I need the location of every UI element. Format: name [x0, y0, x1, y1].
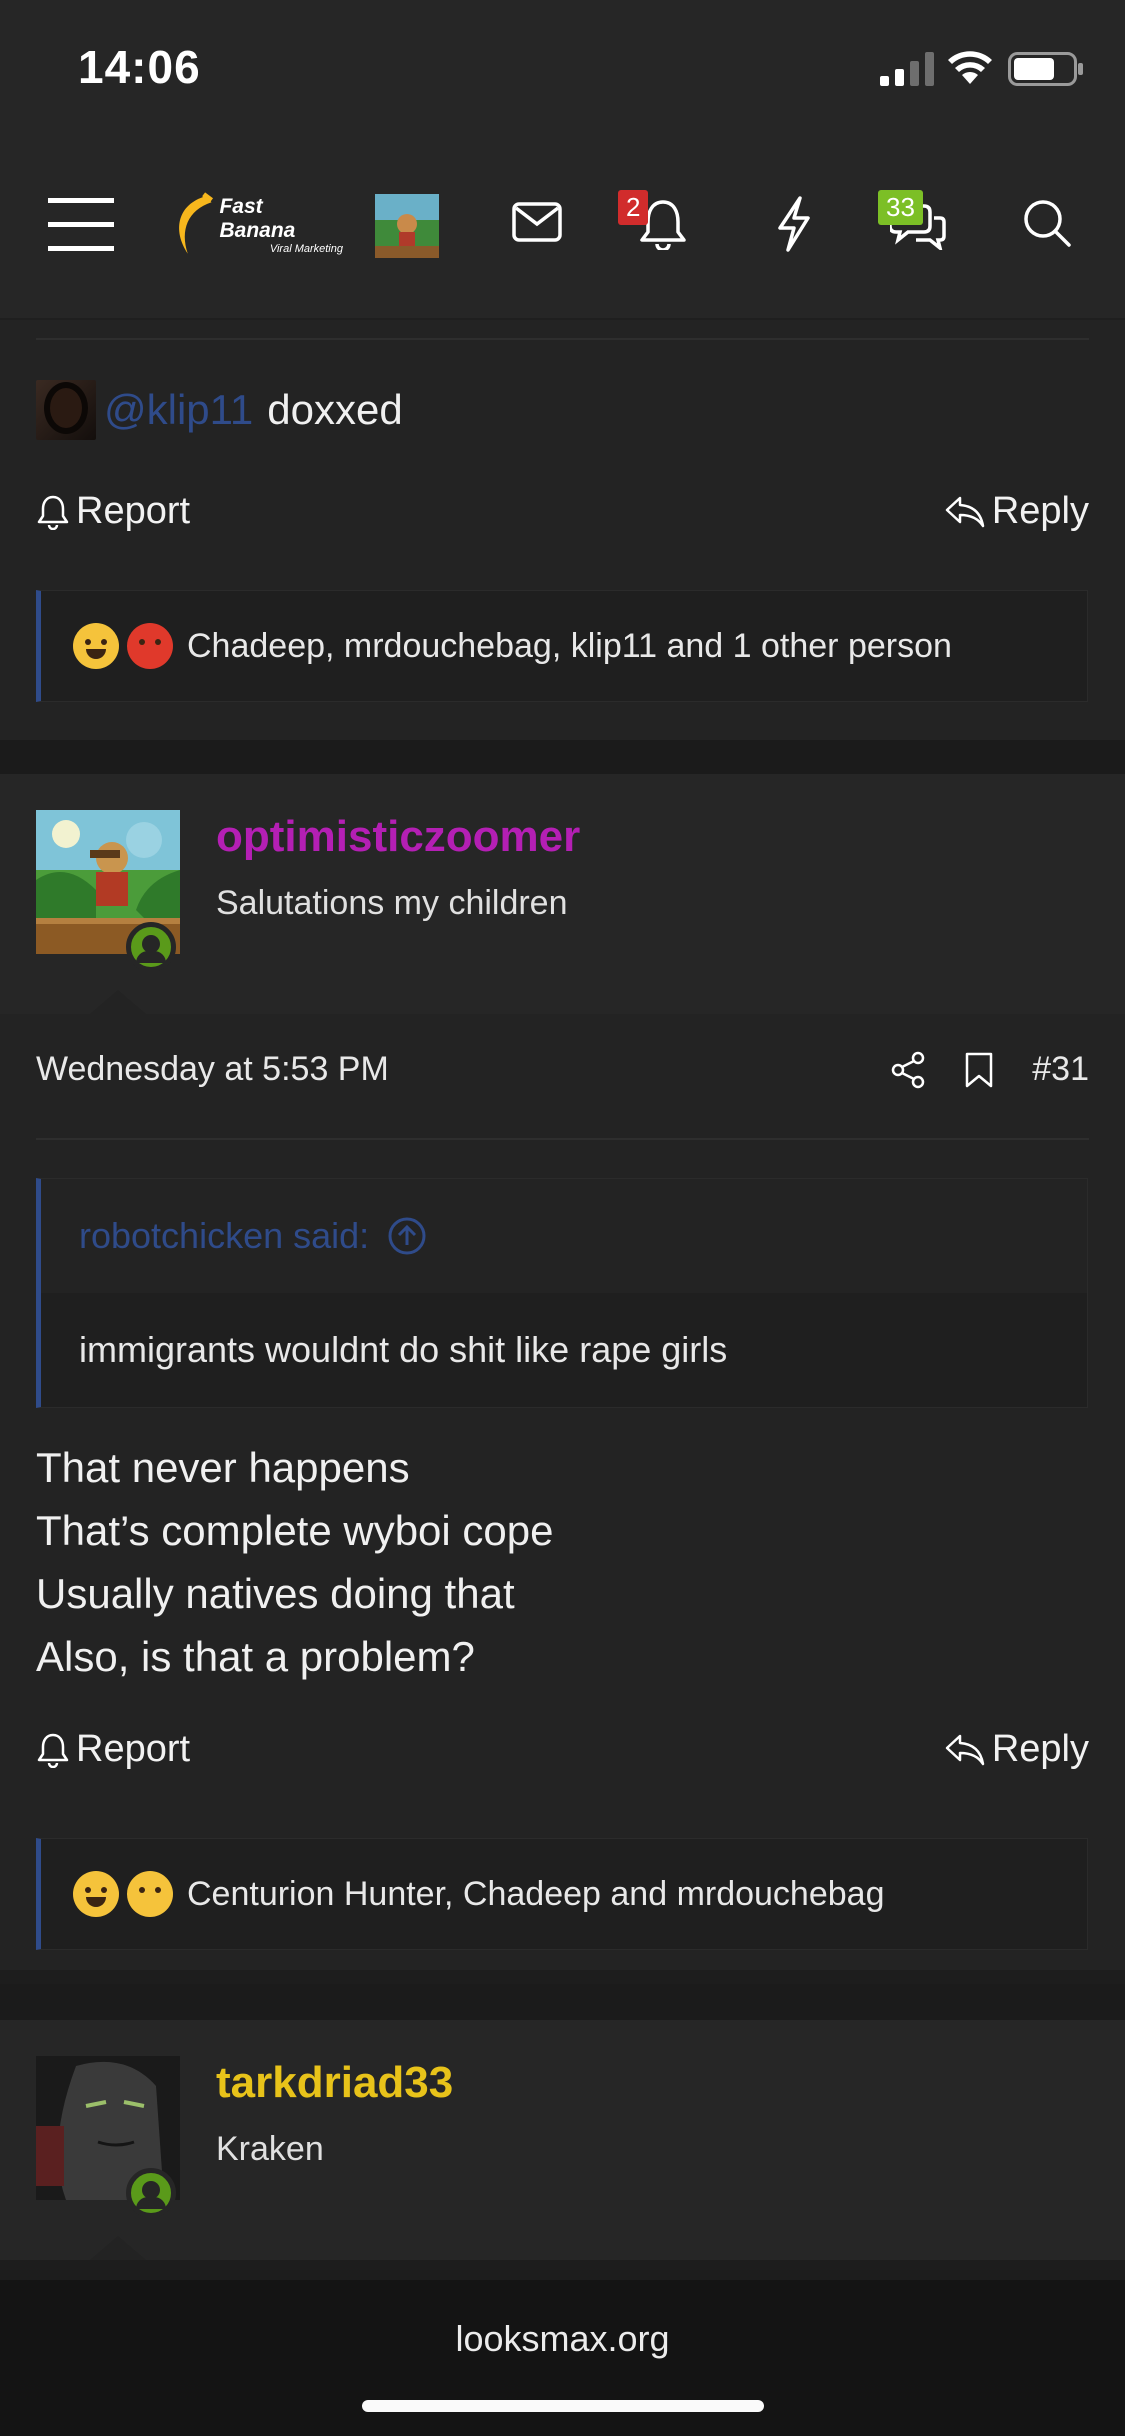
- quote-header[interactable]: robotchicken said:: [41, 1179, 1087, 1293]
- post-next-user-header: tarkdriad33 Kraken: [0, 2020, 1125, 2260]
- user-mention-link[interactable]: @klip11: [104, 386, 253, 434]
- post-meta: Wednesday at 5:53 PM #31: [36, 1050, 1089, 1089]
- message-line: That never happens: [36, 1444, 410, 1491]
- user-avatar[interactable]: [375, 194, 439, 258]
- post-31: Wednesday at 5:53 PM #31 robotchicken sa…: [0, 990, 1125, 1970]
- message-line: Usually natives doing that: [36, 1570, 515, 1617]
- reactions-bar[interactable]: Centurion Hunter, Chadeep and mrdoucheba…: [36, 1838, 1088, 1950]
- reactions-summary: Centurion Hunter, Chadeep and mrdoucheba…: [187, 1874, 885, 1913]
- report-label: Report: [76, 1728, 191, 1770]
- reactions-bar[interactable]: Chadeep, mrdouchebag, klip11 and 1 other…: [36, 590, 1088, 702]
- report-button[interactable]: Report: [36, 1728, 190, 1771]
- quote-block: robotchicken said: immigrants wouldnt do…: [36, 1178, 1088, 1408]
- home-indicator[interactable]: [362, 2400, 764, 2412]
- divider: [36, 1138, 1089, 1140]
- reply-arrow-icon: [945, 496, 985, 527]
- quote-author[interactable]: robotchicken said:: [79, 1215, 369, 1257]
- bell-icon: [37, 1733, 69, 1768]
- post-31-username[interactable]: optimisticzoomer: [216, 812, 580, 862]
- wifi-icon: [948, 51, 992, 84]
- laughing-emoji-icon: [73, 1871, 119, 1917]
- post-separator: [0, 740, 1125, 774]
- post-actions: Report Reply: [36, 1728, 1089, 1771]
- address-bar-url[interactable]: looksmax.org: [0, 2318, 1125, 2360]
- bell-icon: [37, 495, 69, 530]
- browser-bottom-bar: looksmax.org: [0, 2280, 1125, 2436]
- message-line: That’s complete wyboi cope: [36, 1507, 554, 1554]
- post-31-user-title: Salutations my children: [216, 884, 568, 922]
- reply-arrow-icon: [945, 1734, 985, 1765]
- logo-subtext: Viral Marketing: [269, 243, 343, 255]
- alerts-badge: 2: [618, 190, 649, 225]
- reply-button[interactable]: Reply: [944, 490, 1089, 533]
- post-message: That never happens That’s complete wyboi…: [36, 1436, 554, 1688]
- online-status-icon: [126, 922, 176, 972]
- conversations-badge: 33: [878, 190, 923, 225]
- battery-icon: [1008, 52, 1083, 86]
- logo-text: Fast Banana: [219, 195, 296, 242]
- cellular-signal-icon: [880, 52, 934, 86]
- site-logo[interactable]: Fast Banana Viral Marketing: [168, 190, 343, 260]
- message-line: Also, is that a problem?: [36, 1633, 475, 1680]
- whats-new-lightning-icon[interactable]: [774, 196, 814, 252]
- search-icon[interactable]: [1022, 198, 1072, 248]
- reply-button[interactable]: Reply: [944, 1728, 1089, 1771]
- header-pointer: [90, 990, 146, 1014]
- post-separator: [0, 1984, 1125, 2020]
- post-number-link[interactable]: #31: [1032, 1050, 1089, 1089]
- reply-label: Reply: [991, 1728, 1089, 1770]
- status-bar: 14:06: [0, 0, 1125, 130]
- reply-label: Reply: [991, 490, 1089, 532]
- post-message: @klip11 doxxed: [36, 380, 403, 440]
- reactions-summary: Chadeep, mrdouchebag, klip11 and 1 other…: [187, 626, 952, 665]
- jump-to-quote-icon[interactable]: [387, 1216, 427, 1256]
- inbox-icon[interactable]: [512, 202, 562, 242]
- top-navigation-bar: Fast Banana Viral Marketing 2 33: [0, 130, 1125, 320]
- post-actions: Report Reply: [36, 490, 1089, 533]
- hamburger-menu-icon[interactable]: [48, 198, 114, 252]
- post-31-user-header: optimisticzoomer Salutations my children: [0, 774, 1125, 1014]
- angry-emoji-icon: [127, 623, 173, 669]
- post-next-user-title: Kraken: [216, 2130, 324, 2168]
- message-text: doxxed: [267, 386, 403, 433]
- bookmark-icon[interactable]: [964, 1051, 994, 1089]
- thinking-emoji-icon: [127, 1871, 173, 1917]
- online-status-icon: [126, 2168, 176, 2218]
- status-time: 14:06: [78, 41, 201, 93]
- divider: [36, 338, 1089, 340]
- banana-icon: [179, 192, 214, 254]
- laughing-emoji-icon: [73, 623, 119, 669]
- share-icon[interactable]: [890, 1051, 926, 1089]
- header-pointer: [90, 2236, 146, 2260]
- report-button[interactable]: Report: [36, 490, 190, 533]
- quote-text: immigrants wouldnt do shit like rape gir…: [79, 1329, 728, 1370]
- post-previous: @klip11 doxxed Report Reply Chadeep, mrd…: [0, 320, 1125, 740]
- post-date[interactable]: Wednesday at 5:53 PM: [36, 1050, 389, 1089]
- post-next-username[interactable]: tarkdriad33: [216, 2058, 453, 2108]
- report-label: Report: [76, 490, 191, 532]
- mention-avatar: [36, 380, 96, 440]
